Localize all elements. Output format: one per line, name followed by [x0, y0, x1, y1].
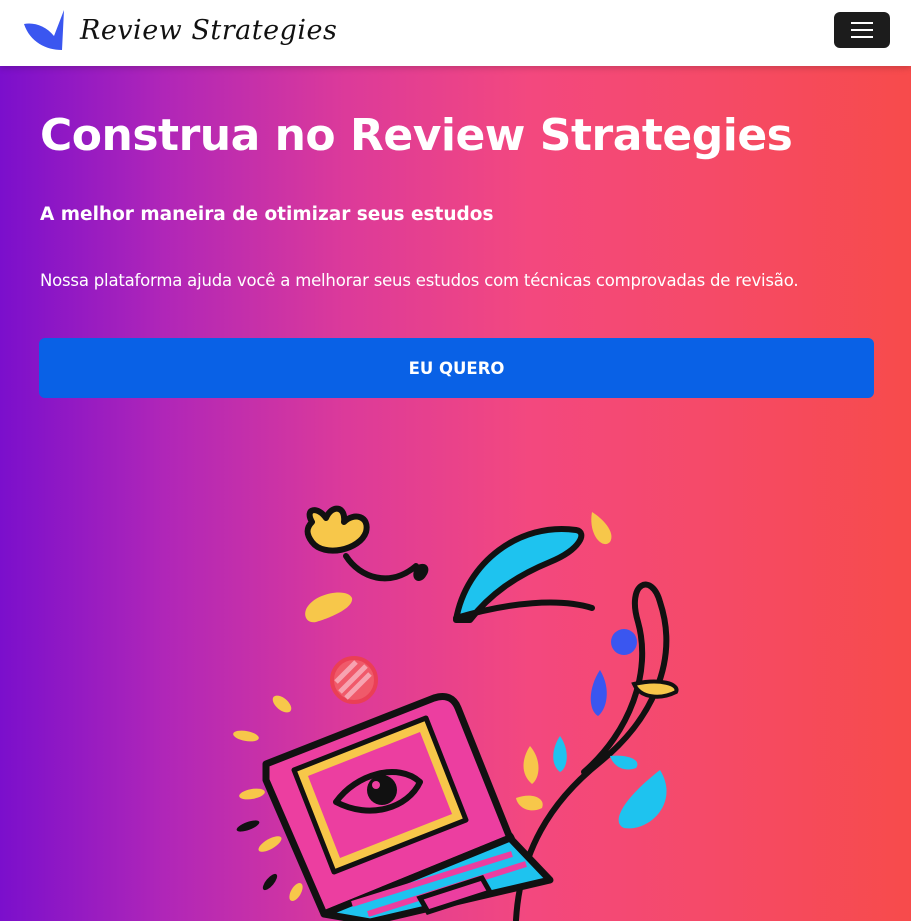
hero-section: Construa no Review Strategies A melhor m…: [0, 66, 911, 921]
brand-name: Review Strategies: [80, 14, 338, 46]
hero-title: Construa no Review Strategies: [40, 110, 793, 161]
brand-link[interactable]: Review Strategies: [22, 10, 337, 50]
brand-logo-icon: [24, 10, 64, 50]
laptop-icon: [262, 692, 554, 921]
hamburger-menu-icon: [851, 22, 873, 38]
hero-subtitle: A melhor maneira de otimizar seus estudo…: [40, 204, 494, 225]
forbidden-icon: [330, 656, 378, 704]
menu-toggle-button[interactable]: [834, 12, 890, 48]
navbar: Review Strategies: [0, 0, 911, 66]
leaf-shape: [305, 592, 353, 623]
eu-quero-button[interactable]: EU QUERO: [39, 338, 874, 398]
laptop-illustration: [233, 505, 679, 921]
hero-description: Nossa plataforma ajuda você a melhorar s…: [40, 271, 799, 290]
flower-icon: [304, 505, 429, 582]
dash-marks: [236, 820, 278, 891]
